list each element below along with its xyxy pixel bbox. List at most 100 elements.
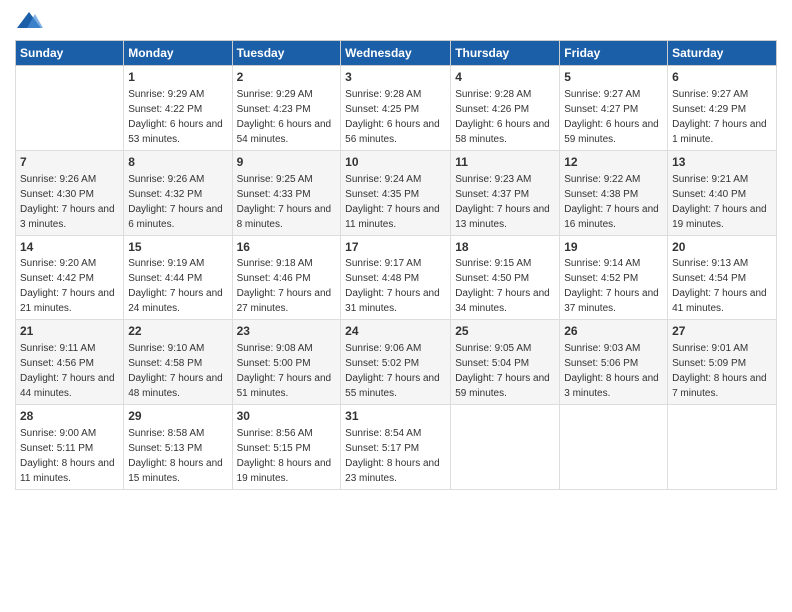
cell-5-5 <box>451 405 560 490</box>
cell-sunrise: Sunrise: 9:11 AMSunset: 4:56 PMDaylight:… <box>20 343 115 399</box>
day-number: 22 <box>128 323 227 340</box>
day-number: 10 <box>345 154 446 171</box>
day-number: 6 <box>672 69 772 86</box>
cell-sunrise: Sunrise: 9:03 AMSunset: 5:06 PMDaylight:… <box>564 343 659 399</box>
cell-1-1 <box>16 66 124 151</box>
cell-5-7 <box>668 405 777 490</box>
calendar-table: SundayMondayTuesdayWednesdayThursdayFrid… <box>15 40 777 490</box>
cell-sunrise: Sunrise: 9:05 AMSunset: 5:04 PMDaylight:… <box>455 343 550 399</box>
week-row-4: 21 Sunrise: 9:11 AMSunset: 4:56 PMDayligh… <box>16 320 777 405</box>
cell-2-3: 9Sunrise: 9:25 AMSunset: 4:33 PMDaylight… <box>232 150 341 235</box>
day-number: 30 <box>237 408 337 425</box>
cell-sunrise: Sunrise: 9:19 AMSunset: 4:44 PMDaylight:… <box>128 258 223 314</box>
cell-sunrise: Sunrise: 9:22 AMSunset: 4:38 PMDaylight:… <box>564 174 659 230</box>
cell-2-1: 7 Sunrise: 9:26 AMSunset: 4:30 PMDaylight… <box>16 150 124 235</box>
cell-4-2: 22 Sunrise: 9:10 AMSunset: 4:58 PMDayligh… <box>124 320 232 405</box>
col-header-wednesday: Wednesday <box>341 41 451 66</box>
cell-sunrise: Sunrise: 9:08 AMSunset: 5:00 PMDaylight:… <box>237 343 332 399</box>
cell-5-6 <box>560 405 668 490</box>
cell-sunrise: Sunrise: 9:10 AMSunset: 4:58 PMDaylight:… <box>128 343 223 399</box>
cell-sunrise: Sunrise: 9:18 AMSunset: 4:46 PMDaylight:… <box>237 258 332 314</box>
cell-sunrise: Sunrise: 9:26 AMSunset: 4:32 PMDaylight:… <box>128 174 223 230</box>
cell-1-3: 2 Sunrise: 9:29 AMSunset: 4:23 PMDaylight… <box>232 66 341 151</box>
logo-icon <box>15 10 43 32</box>
col-header-tuesday: Tuesday <box>232 41 341 66</box>
day-number: 12 <box>564 154 663 171</box>
cell-4-1: 21 Sunrise: 9:11 AMSunset: 4:56 PMDayligh… <box>16 320 124 405</box>
cell-4-5: 25 Sunrise: 9:05 AMSunset: 5:04 PMDayligh… <box>451 320 560 405</box>
col-header-sunday: Sunday <box>16 41 124 66</box>
day-number: 7 <box>20 154 119 171</box>
col-header-monday: Monday <box>124 41 232 66</box>
day-number: 25 <box>455 323 555 340</box>
cell-3-2: 15 Sunrise: 9:19 AMSunset: 4:44 PMDayligh… <box>124 235 232 320</box>
cell-1-4: 3 Sunrise: 9:28 AMSunset: 4:25 PMDaylight… <box>341 66 451 151</box>
day-number: 19 <box>564 239 663 256</box>
cell-sunrise: Sunrise: 8:54 AMSunset: 5:17 PMDaylight:… <box>345 428 440 484</box>
day-number: 14 <box>20 239 119 256</box>
day-number: 11 <box>455 154 555 171</box>
cell-sunrise: Sunrise: 9:21 AMSunset: 4:40 PMDaylight:… <box>672 174 767 230</box>
cell-4-3: 23 Sunrise: 9:08 AMSunset: 5:00 PMDayligh… <box>232 320 341 405</box>
col-header-thursday: Thursday <box>451 41 560 66</box>
cell-sunrise: Sunrise: 9:28 AMSunset: 4:26 PMDaylight:… <box>455 89 550 145</box>
col-header-friday: Friday <box>560 41 668 66</box>
day-number: 23 <box>237 323 337 340</box>
cell-5-1: 28 Sunrise: 9:00 AMSunset: 5:11 PMDayligh… <box>16 405 124 490</box>
cell-2-7: 13 Sunrise: 9:21 AMSunset: 4:40 PMDayligh… <box>668 150 777 235</box>
cell-5-2: 29 Sunrise: 8:58 AMSunset: 5:13 PMDayligh… <box>124 405 232 490</box>
cell-sunrise: Sunrise: 9:26 AMSunset: 4:30 PMDaylight:… <box>20 174 115 230</box>
day-number: 15 <box>128 239 227 256</box>
cell-sunrise: Sunrise: 9:00 AMSunset: 5:11 PMDaylight:… <box>20 428 115 484</box>
cell-sunrise: Sunrise: 8:58 AMSunset: 5:13 PMDaylight:… <box>128 428 223 484</box>
day-number: 28 <box>20 408 119 425</box>
cell-5-4: 31 Sunrise: 8:54 AMSunset: 5:17 PMDayligh… <box>341 405 451 490</box>
week-row-5: 28 Sunrise: 9:00 AMSunset: 5:11 PMDayligh… <box>16 405 777 490</box>
logo <box>15 10 47 32</box>
cell-sunrise: Sunrise: 9:25 AMSunset: 4:33 PMDaylight:… <box>237 174 332 230</box>
cell-sunrise: Sunrise: 9:06 AMSunset: 5:02 PMDaylight:… <box>345 343 440 399</box>
col-header-saturday: Saturday <box>668 41 777 66</box>
header-row: SundayMondayTuesdayWednesdayThursdayFrid… <box>16 41 777 66</box>
cell-sunrise: Sunrise: 9:17 AMSunset: 4:48 PMDaylight:… <box>345 258 440 314</box>
cell-sunrise: Sunrise: 9:15 AMSunset: 4:50 PMDaylight:… <box>455 258 550 314</box>
cell-3-5: 18 Sunrise: 9:15 AMSunset: 4:50 PMDayligh… <box>451 235 560 320</box>
cell-1-2: 1 Sunrise: 9:29 AMSunset: 4:22 PMDaylight… <box>124 66 232 151</box>
day-number: 16 <box>237 239 337 256</box>
cell-3-6: 19 Sunrise: 9:14 AMSunset: 4:52 PMDayligh… <box>560 235 668 320</box>
cell-sunrise: Sunrise: 9:24 AMSunset: 4:35 PMDaylight:… <box>345 174 440 230</box>
cell-sunrise: Sunrise: 9:27 AMSunset: 4:29 PMDaylight:… <box>672 89 767 145</box>
day-number: 5 <box>564 69 663 86</box>
day-number: 1 <box>128 69 227 86</box>
day-number: 3 <box>345 69 446 86</box>
cell-sunrise: Sunrise: 8:56 AMSunset: 5:15 PMDaylight:… <box>237 428 332 484</box>
day-number: 21 <box>20 323 119 340</box>
week-row-3: 14 Sunrise: 9:20 AMSunset: 4:42 PMDayligh… <box>16 235 777 320</box>
cell-sunrise: Sunrise: 9:01 AMSunset: 5:09 PMDaylight:… <box>672 343 767 399</box>
cell-sunrise: Sunrise: 9:29 AMSunset: 4:22 PMDaylight:… <box>128 89 223 145</box>
cell-3-4: 17Sunrise: 9:17 AMSunset: 4:48 PMDayligh… <box>341 235 451 320</box>
cell-4-7: 27Sunrise: 9:01 AMSunset: 5:09 PMDayligh… <box>668 320 777 405</box>
cell-sunrise: Sunrise: 9:20 AMSunset: 4:42 PMDaylight:… <box>20 258 115 314</box>
day-number: 13 <box>672 154 772 171</box>
day-number: 4 <box>455 69 555 86</box>
cell-1-6: 5 Sunrise: 9:27 AMSunset: 4:27 PMDaylight… <box>560 66 668 151</box>
day-number: 31 <box>345 408 446 425</box>
day-number: 29 <box>128 408 227 425</box>
cell-sunrise: Sunrise: 9:14 AMSunset: 4:52 PMDaylight:… <box>564 258 659 314</box>
cell-3-3: 16 Sunrise: 9:18 AMSunset: 4:46 PMDayligh… <box>232 235 341 320</box>
cell-sunrise: Sunrise: 9:13 AMSunset: 4:54 PMDaylight:… <box>672 258 767 314</box>
cell-1-5: 4 Sunrise: 9:28 AMSunset: 4:26 PMDaylight… <box>451 66 560 151</box>
day-number: 20 <box>672 239 772 256</box>
cell-sunrise: Sunrise: 9:28 AMSunset: 4:25 PMDaylight:… <box>345 89 440 145</box>
day-number: 18 <box>455 239 555 256</box>
cell-sunrise: Sunrise: 9:29 AMSunset: 4:23 PMDaylight:… <box>237 89 332 145</box>
cell-4-4: 24 Sunrise: 9:06 AMSunset: 5:02 PMDayligh… <box>341 320 451 405</box>
day-number: 2 <box>237 69 337 86</box>
cell-1-7: 6 Sunrise: 9:27 AMSunset: 4:29 PMDaylight… <box>668 66 777 151</box>
cell-2-2: 8Sunrise: 9:26 AMSunset: 4:32 PMDaylight… <box>124 150 232 235</box>
page-header <box>15 10 777 32</box>
cell-4-6: 26Sunrise: 9:03 AMSunset: 5:06 PMDayligh… <box>560 320 668 405</box>
day-number: 24 <box>345 323 446 340</box>
cell-sunrise: Sunrise: 9:27 AMSunset: 4:27 PMDaylight:… <box>564 89 659 145</box>
